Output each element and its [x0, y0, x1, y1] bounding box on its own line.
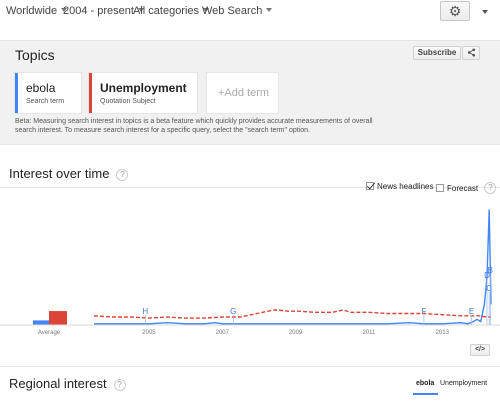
- news-headlines-checkbox[interactable]: News headlines: [366, 182, 433, 191]
- x-tick-label: 2011: [362, 330, 376, 336]
- news-marker-f[interactable]: F: [421, 307, 426, 316]
- checkbox-checked-icon: [366, 182, 374, 190]
- search-type-label: Web Search: [202, 5, 263, 17]
- x-tick-label: 2007: [216, 330, 230, 336]
- category-label: All categories: [133, 5, 200, 17]
- timeframe-dropdown[interactable]: 2004 - present: [63, 5, 144, 17]
- chevron-down-icon: [266, 8, 273, 12]
- x-tick-label: 2009: [289, 330, 303, 336]
- news-marker-e[interactable]: E: [469, 307, 474, 316]
- embed-button[interactable]: </>: [470, 344, 490, 356]
- divider: [0, 366, 500, 367]
- news-marker-b[interactable]: B: [488, 266, 493, 275]
- region-dropdown[interactable]: Worldwide: [6, 5, 68, 17]
- gear-icon: ⚙: [448, 3, 462, 19]
- term-subtitle: Search term: [26, 98, 65, 105]
- topics-panel: Topics Subscribe ebola Search term Unemp…: [0, 40, 500, 145]
- help-icon[interactable]: ?: [116, 169, 129, 181]
- news-headlines-label: News headlines: [377, 182, 434, 191]
- average-bar-ebola: [33, 320, 49, 325]
- term-name: ebola: [26, 81, 56, 95]
- term-card-ebola[interactable]: ebola Search term: [14, 72, 82, 114]
- help-icon[interactable]: ?: [113, 379, 126, 391]
- term-color-bar: [15, 73, 18, 113]
- term-subtitle: Quotation Subject: [100, 98, 156, 105]
- section-title: Regional interest: [9, 376, 107, 391]
- interest-over-time-chart: Average 2005 2007 2009 2011 2013 H G F EDCB: [0, 209, 500, 336]
- news-marker-c[interactable]: C: [486, 284, 492, 293]
- tab-unemployment[interactable]: Unemployment: [440, 380, 487, 387]
- checkbox-icon: [436, 184, 444, 192]
- interest-over-time-title: Interest over time?: [9, 166, 129, 181]
- term-color-bar: [89, 73, 92, 113]
- active-tab-indicator: [413, 393, 438, 395]
- share-icon: [467, 48, 475, 57]
- x-tick-label: 2013: [436, 330, 450, 336]
- category-dropdown[interactable]: All categories: [133, 5, 210, 17]
- settings-button[interactable]: ⚙: [440, 1, 470, 21]
- average-bar-unemployment: [49, 311, 67, 325]
- x-tick-label: 2005: [142, 330, 156, 336]
- term-card-unemployment[interactable]: Unemployment Quotation Subject: [88, 72, 198, 114]
- section-title: Interest over time: [9, 166, 110, 181]
- add-term-button[interactable]: +Add term: [206, 72, 279, 114]
- settings-chevron-down-icon[interactable]: [482, 10, 488, 14]
- search-type-dropdown[interactable]: Web Search: [202, 5, 273, 17]
- subscribe-button[interactable]: Subscribe: [413, 46, 461, 60]
- region-label: Worldwide: [6, 5, 58, 17]
- share-button[interactable]: [462, 46, 480, 60]
- series-line-unemployment: [93, 309, 491, 319]
- news-marker-h[interactable]: H: [142, 307, 148, 316]
- topics-title: Topics: [15, 47, 55, 63]
- series-line-ebola: [94, 209, 492, 325]
- term-name: Unemployment: [100, 81, 187, 95]
- tab-ebola[interactable]: ebola: [416, 380, 434, 387]
- beta-note: Beta: Measuring search interest in topic…: [15, 118, 373, 134]
- news-marker-g[interactable]: G: [230, 307, 236, 316]
- regional-interest-title: Regional interest?: [9, 376, 126, 391]
- timeframe-label: 2004 - present: [63, 5, 134, 17]
- average-label: Average: [38, 330, 61, 336]
- filter-bar: Worldwide 2004 - present All categories …: [0, 0, 500, 26]
